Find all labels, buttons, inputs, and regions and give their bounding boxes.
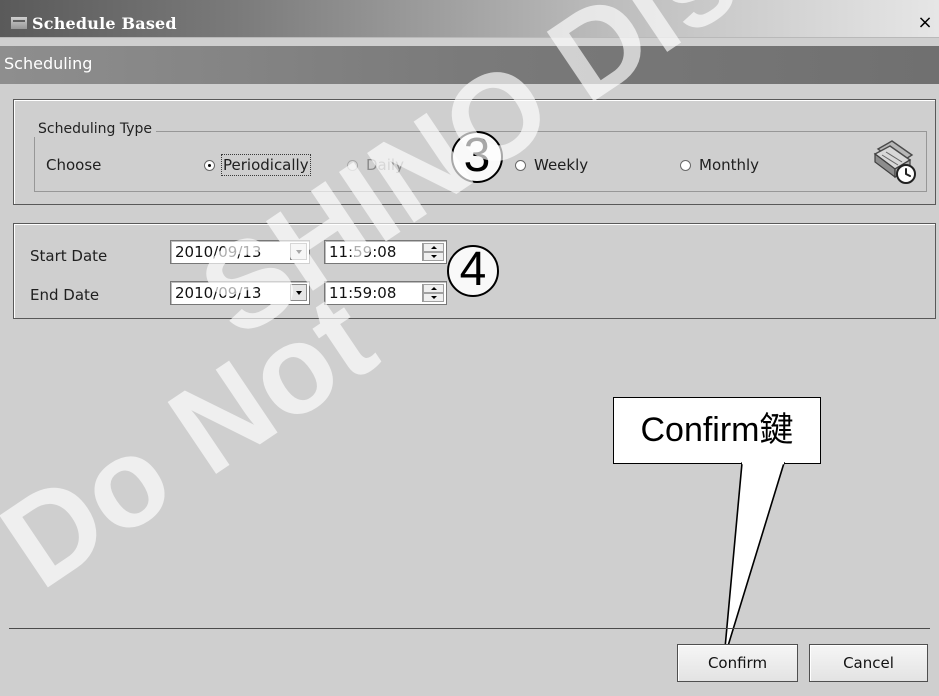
app-window-icon	[10, 16, 28, 30]
confirm-key-callout: Confirm鍵	[613, 397, 821, 464]
monthly-radio-indicator[interactable]	[680, 159, 691, 171]
bottom-divider	[9, 628, 930, 629]
daily-radio-label: Daily	[366, 156, 404, 174]
weekly-radio[interactable]: Weekly	[515, 156, 588, 174]
end-date-label: End Date	[30, 286, 100, 304]
choose-label: Choose	[46, 156, 102, 174]
start-time-up-button[interactable]	[423, 243, 444, 252]
start-time-spinner[interactable]	[422, 243, 444, 261]
end-time-up-button[interactable]	[423, 284, 444, 293]
scheduling-type-label: Scheduling Type	[34, 121, 156, 137]
start-date-picker[interactable]: 2010/09/13	[170, 240, 310, 264]
end-date-dropdown-button[interactable]	[290, 284, 307, 301]
end-time-value: 11:59:08	[329, 284, 397, 302]
title-bar: Schedule Based ×	[0, 0, 939, 38]
end-time-picker[interactable]: 11:59:08	[324, 281, 447, 305]
periodically-radio-indicator[interactable]	[204, 159, 215, 171]
end-date-value: 2010/09/13	[175, 284, 262, 302]
daily-radio-indicator	[347, 159, 358, 171]
schedule-dialog: Schedule Based × Scheduling Scheduling T…	[0, 0, 939, 696]
start-date-dropdown-button[interactable]	[290, 243, 307, 260]
section-title: Scheduling	[4, 54, 93, 73]
scheduler-clock-face	[896, 164, 916, 184]
weekly-radio-indicator[interactable]	[515, 159, 526, 171]
start-date-label: Start Date	[30, 247, 108, 265]
cancel-button[interactable]: Cancel	[809, 644, 928, 682]
section-header-bar: Scheduling	[0, 46, 939, 84]
confirm-button[interactable]: Confirm	[677, 644, 798, 682]
start-time-value: 11:59:08	[329, 243, 397, 261]
step-3-marker: 3	[451, 131, 503, 183]
daily-radio: Daily	[347, 156, 404, 174]
monthly-radio-label: Monthly	[699, 156, 760, 174]
weekly-radio-label: Weekly	[534, 156, 589, 174]
periodically-radio[interactable]: Periodically	[204, 154, 311, 176]
start-time-down-button[interactable]	[423, 252, 444, 261]
start-time-picker[interactable]: 11:59:08	[324, 240, 447, 264]
step-4-marker: 4	[447, 245, 499, 297]
monthly-radio[interactable]: Monthly	[680, 156, 759, 174]
end-time-spinner[interactable]	[422, 284, 444, 302]
confirm-callout-pointer-shape	[723, 462, 786, 660]
scheduler-clock-icon	[873, 140, 916, 184]
window-title: Schedule Based	[32, 14, 177, 33]
start-date-value: 2010/09/13	[175, 243, 262, 261]
end-date-picker[interactable]: 2010/09/13	[170, 281, 310, 305]
periodically-radio-label: Periodically	[221, 154, 311, 176]
close-button[interactable]: ×	[917, 14, 933, 32]
end-time-down-button[interactable]	[423, 293, 444, 302]
